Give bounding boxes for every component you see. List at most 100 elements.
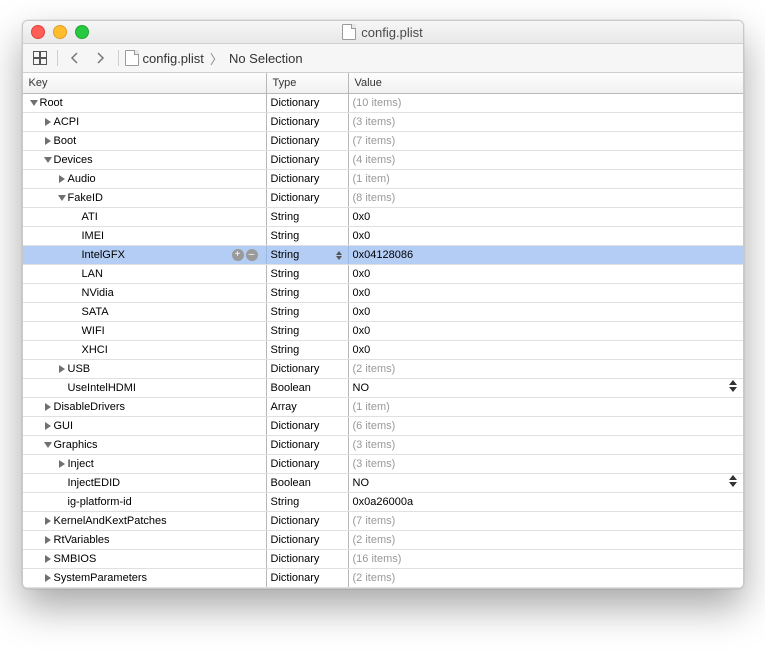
table-row[interactable]: IMEIString0x0 bbox=[23, 227, 743, 246]
nav-back-button[interactable] bbox=[64, 48, 86, 68]
close-icon[interactable] bbox=[31, 25, 45, 39]
key-cell[interactable]: GUI bbox=[23, 417, 267, 435]
disclosure-closed-icon[interactable] bbox=[43, 118, 53, 126]
key-cell[interactable]: RtVariables bbox=[23, 531, 267, 549]
table-row[interactable]: DevicesDictionary(4 items) bbox=[23, 151, 743, 170]
table-row[interactable]: SMBIOSDictionary(16 items) bbox=[23, 550, 743, 569]
value-cell[interactable]: (4 items) bbox=[349, 151, 743, 169]
type-cell[interactable]: String bbox=[267, 265, 349, 283]
type-cell[interactable]: String bbox=[267, 208, 349, 226]
type-cell[interactable]: Dictionary bbox=[267, 531, 349, 549]
table-row[interactable]: SATAString0x0 bbox=[23, 303, 743, 322]
disclosure-closed-icon[interactable] bbox=[57, 175, 67, 183]
key-cell[interactable]: ATI bbox=[23, 208, 267, 226]
key-cell[interactable]: XHCI bbox=[23, 341, 267, 359]
table-row[interactable]: FakeIDDictionary(8 items) bbox=[23, 189, 743, 208]
disclosure-closed-icon[interactable] bbox=[57, 365, 67, 373]
type-cell[interactable]: String bbox=[267, 303, 349, 321]
table-row[interactable]: ig-platform-idString0x0a26000a bbox=[23, 493, 743, 512]
column-header-key[interactable]: Key bbox=[23, 73, 267, 93]
type-cell[interactable]: String bbox=[267, 493, 349, 511]
type-cell[interactable]: Dictionary bbox=[267, 113, 349, 131]
type-cell[interactable]: Dictionary bbox=[267, 189, 349, 207]
key-cell[interactable]: NVidia bbox=[23, 284, 267, 302]
type-cell[interactable]: Dictionary bbox=[267, 94, 349, 112]
value-cell[interactable]: 0x0 bbox=[349, 208, 743, 226]
key-cell[interactable]: FakeID bbox=[23, 189, 267, 207]
type-stepper-icon[interactable] bbox=[336, 251, 342, 260]
value-cell[interactable]: (1 item) bbox=[349, 170, 743, 188]
value-cell[interactable]: 0x04128086 bbox=[349, 246, 743, 264]
value-cell[interactable]: NO bbox=[349, 379, 743, 397]
value-cell[interactable]: 0x0 bbox=[349, 341, 743, 359]
type-cell[interactable]: Boolean bbox=[267, 474, 349, 492]
value-cell[interactable]: 0x0a26000a bbox=[349, 493, 743, 511]
table-row[interactable]: KernelAndKextPatchesDictionary(7 items) bbox=[23, 512, 743, 531]
type-cell[interactable]: Dictionary bbox=[267, 512, 349, 530]
value-cell[interactable]: 0x0 bbox=[349, 227, 743, 245]
table-row[interactable]: USBDictionary(2 items) bbox=[23, 360, 743, 379]
table-row[interactable]: AudioDictionary(1 item) bbox=[23, 170, 743, 189]
type-cell[interactable]: String bbox=[267, 227, 349, 245]
table-row[interactable]: XHCIString0x0 bbox=[23, 341, 743, 360]
value-cell[interactable]: (6 items) bbox=[349, 417, 743, 435]
table-row[interactable]: ATIString0x0 bbox=[23, 208, 743, 227]
table-row[interactable]: IntelGFX+–String0x04128086 bbox=[23, 246, 743, 265]
key-cell[interactable]: ACPI bbox=[23, 113, 267, 131]
type-cell[interactable]: Dictionary bbox=[267, 436, 349, 454]
type-cell[interactable]: Dictionary bbox=[267, 455, 349, 473]
column-header-value[interactable]: Value bbox=[349, 73, 743, 93]
value-cell[interactable]: NO bbox=[349, 474, 743, 492]
value-cell[interactable]: 0x0 bbox=[349, 284, 743, 302]
disclosure-closed-icon[interactable] bbox=[43, 137, 53, 145]
key-cell[interactable]: Inject bbox=[23, 455, 267, 473]
key-cell[interactable]: Boot bbox=[23, 132, 267, 150]
value-stepper-icon[interactable] bbox=[729, 380, 737, 392]
table-row[interactable]: WIFIString0x0 bbox=[23, 322, 743, 341]
breadcrumb[interactable]: config.plist 〉 No Selection bbox=[125, 49, 303, 68]
type-cell[interactable]: String bbox=[267, 322, 349, 340]
disclosure-closed-icon[interactable] bbox=[43, 403, 53, 411]
value-cell[interactable]: (2 items) bbox=[349, 569, 743, 587]
disclosure-closed-icon[interactable] bbox=[43, 555, 53, 563]
table-row[interactable]: DisableDriversArray(1 item) bbox=[23, 398, 743, 417]
table-row[interactable]: LANString0x0 bbox=[23, 265, 743, 284]
key-cell[interactable]: InjectEDID bbox=[23, 474, 267, 492]
type-cell[interactable]: String bbox=[267, 246, 349, 264]
value-cell[interactable]: 0x0 bbox=[349, 265, 743, 283]
value-cell[interactable]: (2 items) bbox=[349, 531, 743, 549]
key-cell[interactable]: LAN bbox=[23, 265, 267, 283]
key-cell[interactable]: Audio bbox=[23, 170, 267, 188]
type-cell[interactable]: String bbox=[267, 284, 349, 302]
disclosure-open-icon[interactable] bbox=[43, 157, 53, 163]
type-cell[interactable]: Array bbox=[267, 398, 349, 416]
key-cell[interactable]: KernelAndKextPatches bbox=[23, 512, 267, 530]
key-cell[interactable]: ig-platform-id bbox=[23, 493, 267, 511]
disclosure-closed-icon[interactable] bbox=[43, 536, 53, 544]
disclosure-open-icon[interactable] bbox=[29, 100, 39, 106]
type-cell[interactable]: Dictionary bbox=[267, 550, 349, 568]
disclosure-open-icon[interactable] bbox=[57, 195, 67, 201]
table-row[interactable]: NVidiaString0x0 bbox=[23, 284, 743, 303]
table-row[interactable]: BootDictionary(7 items) bbox=[23, 132, 743, 151]
value-cell[interactable]: (3 items) bbox=[349, 113, 743, 131]
column-header-type[interactable]: Type bbox=[267, 73, 349, 93]
value-cell[interactable]: (7 items) bbox=[349, 512, 743, 530]
value-cell[interactable]: (3 items) bbox=[349, 455, 743, 473]
type-cell[interactable]: Dictionary bbox=[267, 417, 349, 435]
key-cell[interactable]: SATA bbox=[23, 303, 267, 321]
table-row[interactable]: ACPIDictionary(3 items) bbox=[23, 113, 743, 132]
value-stepper-icon[interactable] bbox=[729, 475, 737, 487]
related-items-button[interactable] bbox=[29, 48, 51, 68]
value-cell[interactable]: (10 items) bbox=[349, 94, 743, 112]
type-cell[interactable]: Dictionary bbox=[267, 132, 349, 150]
disclosure-closed-icon[interactable] bbox=[57, 460, 67, 468]
zoom-icon[interactable] bbox=[75, 25, 89, 39]
key-cell[interactable]: SMBIOS bbox=[23, 550, 267, 568]
table-row[interactable]: SystemParametersDictionary(2 items) bbox=[23, 569, 743, 588]
key-cell[interactable]: UseIntelHDMI bbox=[23, 379, 267, 397]
disclosure-closed-icon[interactable] bbox=[43, 574, 53, 582]
type-cell[interactable]: Dictionary bbox=[267, 151, 349, 169]
key-cell[interactable]: Graphics bbox=[23, 436, 267, 454]
value-cell[interactable]: 0x0 bbox=[349, 322, 743, 340]
